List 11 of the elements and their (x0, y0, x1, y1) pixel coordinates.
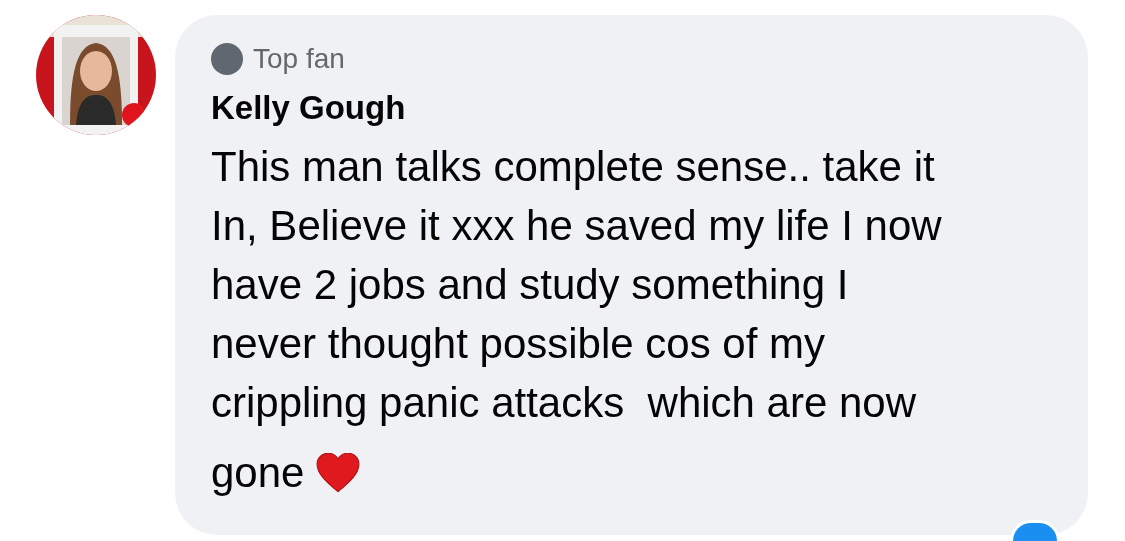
badge-icon (211, 43, 243, 75)
comment-line: gone (211, 448, 305, 498)
author-name[interactable]: Kelly Gough (211, 89, 1058, 127)
comment-line: have 2 jobs and study something I (211, 260, 849, 310)
reaction-icon[interactable] (1010, 520, 1060, 541)
comment-line: never thought possible cos of my (211, 319, 825, 369)
comment-line: crippling panic attacks which are now (211, 378, 917, 428)
heart-icon (316, 453, 361, 493)
badge-label: Top fan (253, 43, 345, 75)
comment-line: In, Believe it xxx he saved my life I now (211, 201, 942, 251)
comment-line: This man talks complete sense.. take it (211, 142, 935, 192)
